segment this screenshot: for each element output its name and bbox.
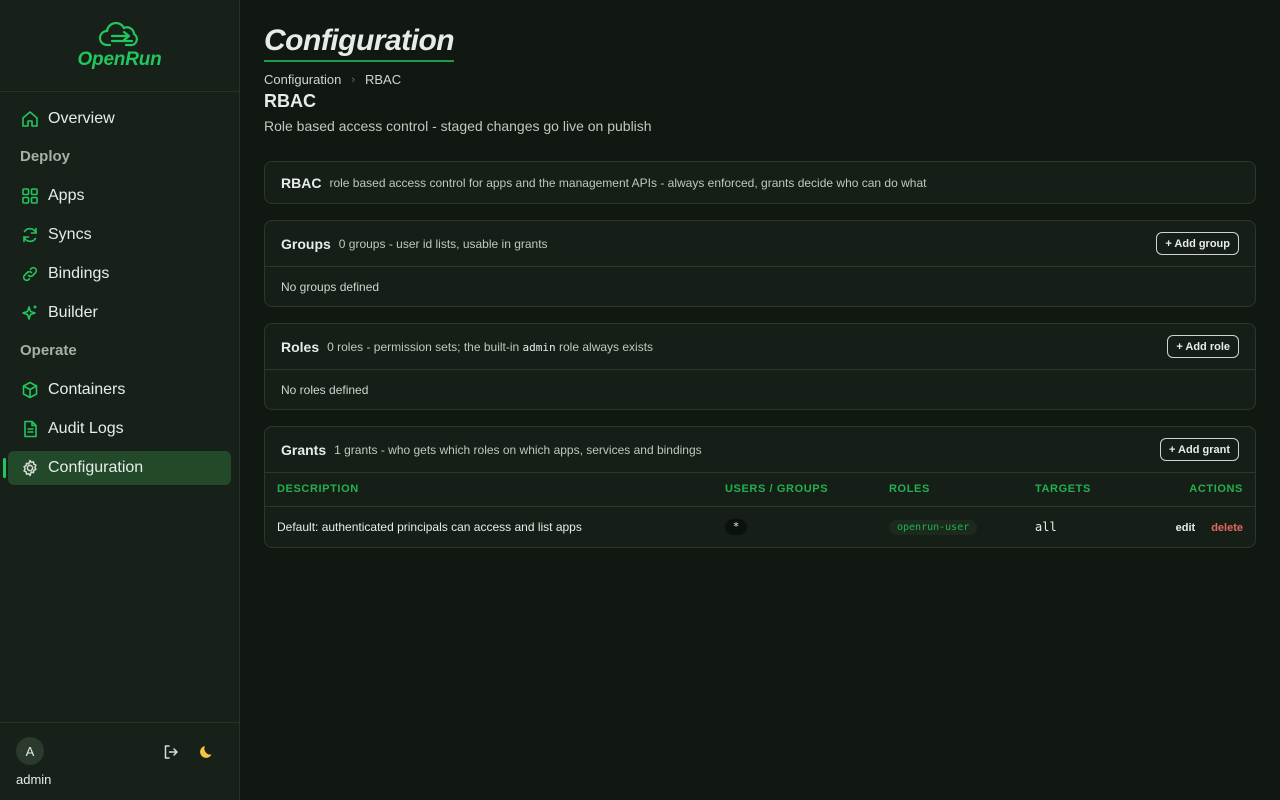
sidebar-item-containers[interactable]: Containers: [8, 373, 231, 407]
grants-card: Grants 1 grants - who gets which roles o…: [264, 426, 1256, 548]
breadcrumb: Configuration › RBAC: [264, 72, 1256, 87]
sidebar-item-overview[interactable]: Overview: [8, 102, 231, 136]
theme-toggle-button[interactable]: [199, 742, 217, 760]
nav-section-operate: Operate: [20, 341, 77, 359]
groups-card-desc: 0 groups - user id lists, usable in gran…: [338, 236, 548, 251]
avatar[interactable]: A: [16, 737, 44, 765]
grants-table: DESCRIPTION USERS / GROUPS ROLES TARGETS…: [265, 473, 1255, 547]
logo[interactable]: OpenRun: [0, 0, 239, 92]
sparkles-icon: [20, 303, 40, 323]
username: admin: [16, 772, 52, 787]
col-roles: ROLES: [877, 473, 1023, 507]
section-title: RBAC: [264, 91, 316, 111]
rbac-card: RBAC role based access control for apps …: [264, 161, 1256, 204]
sidebar-item-syncs[interactable]: Syncs: [8, 218, 231, 252]
sidebar-item-bindings[interactable]: Bindings: [8, 257, 231, 291]
grant-targets: all: [1035, 519, 1057, 534]
sidebar-item-label: Audit Logs: [48, 420, 124, 437]
main-content: Configuration Configuration › RBAC RBAC …: [264, 0, 1256, 548]
roles-desc-code: admin: [522, 340, 556, 354]
file-text-icon: [20, 419, 40, 439]
delete-grant-button[interactable]: delete: [1211, 522, 1243, 534]
rbac-card-title: RBAC: [281, 174, 322, 191]
roles-card-title: Roles: [281, 338, 320, 355]
grant-actions-cell: edit delete: [1133, 506, 1255, 547]
rbac-card-desc: role based access control for apps and t…: [329, 175, 927, 190]
sidebar-item-label: Configuration: [48, 459, 144, 476]
sidebar-item-label: Syncs: [48, 226, 92, 243]
groups-card-title: Groups: [281, 235, 331, 252]
cloud-logo-icon: [98, 21, 138, 46]
moon-icon: [200, 746, 212, 758]
title-underline: [264, 60, 454, 62]
sidebar-item-builder[interactable]: Builder: [8, 296, 231, 330]
breadcrumb-item-configuration[interactable]: Configuration: [264, 72, 341, 87]
edit-grant-button[interactable]: edit: [1176, 522, 1196, 534]
grant-description: Default: authenticated principals can ac…: [277, 519, 582, 534]
section-subtitle: Role based access control - staged chang…: [264, 118, 652, 134]
sidebar-item-label: Builder: [48, 304, 98, 321]
logout-button[interactable]: [162, 743, 180, 761]
grants-card-desc: 1 grants - who gets which roles on which…: [334, 442, 702, 457]
breadcrumb-item-rbac: RBAC: [365, 72, 402, 87]
sidebar-item-label: Bindings: [48, 265, 110, 282]
rbac-card-header: RBAC role based access control for apps …: [265, 162, 1255, 203]
roles-desc-pre: 0 roles - permission sets; the built-in: [327, 339, 520, 354]
brand-name: OpenRun: [77, 48, 162, 70]
groups-card-header: Groups 0 groups - user id lists, usable …: [265, 221, 1255, 267]
table-row: Default: authenticated principals can ac…: [265, 506, 1255, 547]
link-icon: [20, 264, 40, 284]
sidebar-nav: Overview Deploy Apps Syncs Bindings Buil: [0, 92, 239, 485]
sidebar-item-apps[interactable]: Apps: [8, 179, 231, 213]
groups-card: Groups 0 groups - user id lists, usable …: [264, 220, 1256, 307]
sidebar-item-label: Overview: [48, 110, 115, 127]
add-group-button[interactable]: + Add group: [1156, 232, 1239, 255]
sidebar-item-audit-logs[interactable]: Audit Logs: [8, 412, 231, 446]
roles-empty-message: No roles defined: [281, 382, 369, 397]
grants-card-title: Grants: [281, 441, 327, 458]
sidebar-footer: A admin: [0, 722, 239, 800]
col-users-groups: USERS / GROUPS: [713, 473, 877, 507]
sidebar-item-label: Apps: [48, 187, 85, 204]
sidebar-item-label: Containers: [48, 381, 126, 398]
chevron-right-icon: ›: [351, 73, 355, 86]
groups-empty-message: No groups defined: [281, 279, 380, 294]
grid-icon: [20, 186, 40, 206]
page-title: Configuration: [264, 24, 455, 57]
add-role-button[interactable]: + Add role: [1167, 335, 1239, 358]
roles-card: Roles 0 roles - permission sets; the bui…: [264, 323, 1256, 410]
cards: RBAC role based access control for apps …: [264, 161, 1256, 548]
col-actions: ACTIONS: [1133, 473, 1255, 507]
grant-targets-cell: all: [1023, 506, 1133, 547]
col-targets: TARGETS: [1023, 473, 1133, 507]
grant-roles-cell: openrun-user: [877, 506, 1023, 547]
grant-role-pill: openrun-user: [889, 519, 978, 535]
logout-icon: [164, 745, 178, 759]
home-icon: [20, 109, 40, 129]
grant-users-pill: *: [725, 518, 747, 535]
grants-table-header: DESCRIPTION USERS / GROUPS ROLES TARGETS…: [265, 473, 1255, 507]
roles-card-desc: 0 roles - permission sets; the built-in …: [327, 340, 653, 354]
cube-icon: [20, 380, 40, 400]
refresh-icon: [20, 225, 40, 245]
gear-icon: [20, 458, 40, 478]
grant-users-cell: *: [713, 506, 877, 547]
roles-desc-post: role always exists: [559, 339, 654, 354]
sidebar-item-configuration[interactable]: Configuration: [3, 451, 231, 485]
add-grant-button[interactable]: + Add grant: [1159, 438, 1239, 461]
sidebar: OpenRun Overview Deploy Apps Syncs Bindi…: [0, 0, 240, 800]
roles-card-header: Roles 0 roles - permission sets; the bui…: [265, 324, 1255, 370]
grants-card-header: Grants 1 grants - who gets which roles o…: [265, 427, 1255, 473]
col-description: DESCRIPTION: [265, 473, 713, 507]
nav-section-deploy: Deploy: [20, 147, 71, 165]
